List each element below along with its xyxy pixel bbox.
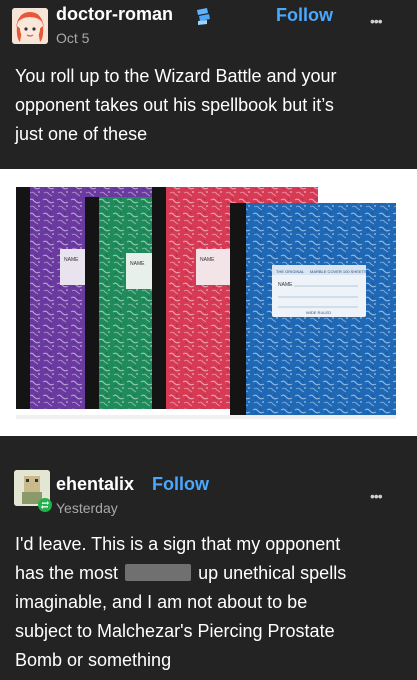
text-fragment: up unethical spells bbox=[198, 563, 347, 583]
text-fragment: has the most bbox=[15, 563, 119, 583]
avatar[interactable] bbox=[12, 8, 48, 44]
notebook-footer: WIDE RULED bbox=[306, 310, 331, 315]
verified-badge-icon bbox=[197, 8, 210, 25]
notebook-brand: THE ORIGINAL bbox=[276, 269, 305, 274]
notebook-label: NAME bbox=[64, 257, 79, 263]
notebook-label: NAME bbox=[200, 257, 215, 263]
reblog-badge-icon bbox=[38, 498, 52, 512]
post-text: I'd leave. This is a sign that my oppone… bbox=[15, 530, 346, 675]
notebook-label: NAME bbox=[130, 261, 145, 267]
text-line: I'd leave. This is a sign that my oppone… bbox=[15, 534, 341, 554]
post-date: Yesterday bbox=[56, 500, 118, 516]
text-line: opponent takes out his spellbook but it’… bbox=[15, 95, 334, 115]
post-image[interactable]: NAME NAME NAME THE ORIGINAL MARBLE COVER… bbox=[0, 169, 417, 436]
notebooks-illustration: NAME NAME NAME THE ORIGINAL MARBLE COVER… bbox=[16, 187, 396, 419]
text-line: just one of these bbox=[15, 124, 148, 144]
text-line: has the most up unethical spells bbox=[15, 559, 346, 588]
text-line: imaginable, and I am not about to be bbox=[15, 592, 308, 612]
notebook-subheader: MARBLE COVER 100 SHEETS bbox=[310, 269, 367, 274]
text-line: Bomb or something bbox=[15, 650, 172, 670]
follow-button[interactable]: Follow bbox=[276, 5, 333, 26]
follow-button[interactable]: Follow bbox=[152, 474, 209, 495]
notebook-blue: THE ORIGINAL MARBLE COVER 100 SHEETS NAM… bbox=[230, 203, 396, 415]
post-text: You roll up to the Wizard Battle and you… bbox=[15, 62, 337, 149]
notebook-label: NAME bbox=[278, 282, 293, 288]
censored-word bbox=[125, 564, 192, 581]
username[interactable]: doctor-roman bbox=[56, 4, 173, 25]
text-line: subject to Malchezar's Piercing Prostate bbox=[15, 621, 335, 641]
username[interactable]: ehentalix bbox=[56, 474, 134, 495]
more-options-icon[interactable]: ••• bbox=[370, 13, 383, 29]
text-line: You roll up to the Wizard Battle and you… bbox=[15, 66, 337, 86]
avatar-image bbox=[12, 8, 48, 44]
post-date: Oct 5 bbox=[56, 30, 90, 46]
post-header: doctor-roman Oct 5 Follow ••• bbox=[0, 0, 417, 60]
more-options-icon[interactable]: ••• bbox=[370, 488, 383, 504]
